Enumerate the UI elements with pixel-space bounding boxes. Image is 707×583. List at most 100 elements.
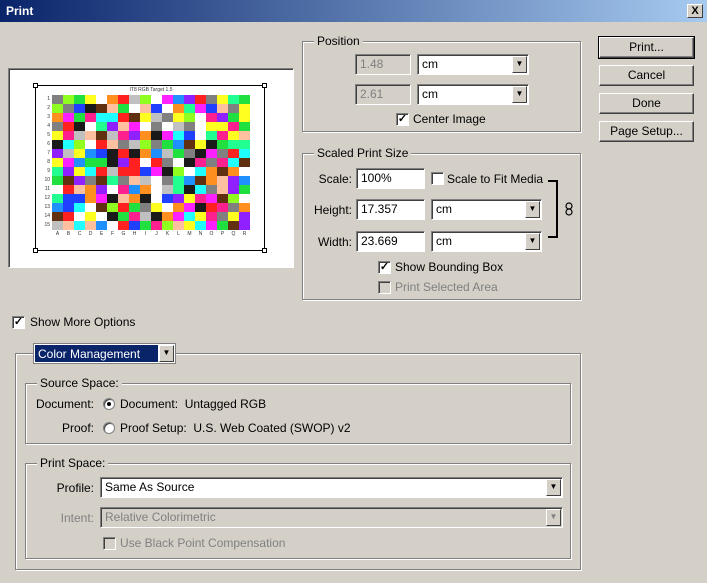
preview-color-patch	[195, 176, 206, 185]
document-option-label[interactable]: Document: Untagged RGB	[120, 397, 266, 411]
preview-color-patch	[85, 203, 96, 212]
center-image-label[interactable]: Center Image	[413, 112, 486, 126]
close-button[interactable]: X	[687, 4, 703, 18]
done-button[interactable]: Done	[599, 93, 694, 114]
preview-col-label: E	[99, 231, 104, 237]
height-unit-value: cm	[436, 202, 452, 216]
preview-color-patch	[107, 176, 118, 185]
document-radio[interactable]	[103, 398, 115, 410]
preview-color-patch	[118, 104, 129, 113]
proof-radio[interactable]	[103, 422, 115, 434]
height-unit-select[interactable]: cm ▼	[431, 199, 542, 220]
preview-color-patch	[107, 149, 118, 158]
preview-color-patch	[107, 113, 118, 122]
chevron-down-icon[interactable]: ▼	[512, 86, 527, 103]
chevron-down-icon[interactable]: ▼	[525, 201, 540, 218]
preview-color-patch	[140, 149, 151, 158]
preview-color-patch	[162, 140, 173, 149]
preview-color-patch	[140, 194, 151, 203]
preview-color-patch	[118, 122, 129, 131]
preview-color-patch	[118, 212, 129, 221]
preview-color-patch	[74, 176, 85, 185]
preview-col-label: P	[220, 231, 225, 237]
preview-color-patch	[184, 95, 195, 104]
preview-color-patch	[206, 149, 217, 158]
preview-color-patch	[107, 131, 118, 140]
preview-color-patch	[228, 212, 239, 221]
window-title: Print	[6, 4, 34, 18]
preview-color-patch	[206, 221, 217, 230]
chevron-down-icon[interactable]: ▼	[159, 345, 174, 362]
proof-option-label[interactable]: Proof Setup: U.S. Web Coated (SWOP) v2	[120, 421, 351, 435]
preview-color-patch	[74, 167, 85, 176]
preview-color-patch	[184, 203, 195, 212]
profile-select[interactable]: Same As Source ▼	[100, 477, 563, 498]
bbox-handle-bottom-left[interactable]	[33, 248, 38, 253]
print-button[interactable]: Print...	[598, 36, 695, 59]
preview-color-patch	[195, 194, 206, 203]
preview-color-patch	[63, 203, 74, 212]
preview-color-patch	[173, 104, 184, 113]
black-point-compensation-checkbox[interactable]	[103, 537, 116, 550]
preview-col-label: A	[55, 231, 60, 237]
preview-color-patch	[217, 113, 228, 122]
scale-to-fit-checkbox[interactable]	[431, 172, 444, 185]
preview-row-label: 3	[47, 114, 50, 120]
height-input[interactable]: 17.357	[356, 199, 425, 220]
left-input[interactable]: 2.61	[355, 84, 411, 105]
preview-color-patch	[96, 140, 107, 149]
black-point-compensation-label: Use Black Point Compensation	[120, 536, 286, 550]
top-input[interactable]: 1.48	[355, 54, 411, 75]
chevron-down-icon[interactable]: ▼	[525, 233, 540, 250]
page-setup-button[interactable]: Page Setup...	[599, 121, 694, 142]
show-bounding-box-checkbox[interactable]: ✓	[378, 261, 391, 274]
show-bounding-box-label[interactable]: Show Bounding Box	[395, 260, 503, 274]
top-unit-select[interactable]: cm ▼	[417, 54, 529, 75]
preview-color-patch	[228, 194, 239, 203]
preview-color-patch	[239, 149, 250, 158]
preview-color-patch	[63, 194, 74, 203]
print-space-legend: Print Space:	[37, 456, 109, 470]
chevron-down-icon[interactable]: ▼	[512, 56, 527, 73]
preview-color-patch	[52, 104, 63, 113]
scale-input[interactable]: 100%	[356, 168, 425, 189]
scale-to-fit-label[interactable]: Scale to Fit Media	[447, 172, 543, 186]
print-selected-area-checkbox[interactable]	[378, 281, 391, 294]
preview-color-patch	[85, 122, 96, 131]
preview-color-patch	[184, 194, 195, 203]
preview-color-patch	[96, 194, 107, 203]
preview-color-patch	[162, 167, 173, 176]
preview-color-patch	[107, 140, 118, 149]
chevron-down-icon[interactable]: ▼	[546, 479, 561, 496]
preview-color-patch	[228, 167, 239, 176]
preview-color-patch	[239, 221, 250, 230]
cancel-button[interactable]: Cancel	[599, 65, 694, 86]
intent-select[interactable]: Relative Colorimetric ▼	[100, 507, 563, 528]
preview-row-label: 11	[44, 186, 50, 192]
width-unit-select[interactable]: cm ▼	[431, 231, 542, 252]
preview-row-label: 14	[44, 213, 50, 219]
preview-color-patch	[96, 185, 107, 194]
preview-color-patch	[195, 185, 206, 194]
show-more-options-checkbox[interactable]: ✓	[12, 316, 25, 329]
preview-color-patch	[74, 185, 85, 194]
preview-color-patch	[63, 185, 74, 194]
show-more-options-label[interactable]: Show More Options	[30, 315, 135, 329]
bbox-handle-bottom-right[interactable]	[262, 248, 267, 253]
preview-color-patch	[162, 113, 173, 122]
preview-color-patch	[162, 194, 173, 203]
preview-color-patch	[52, 194, 63, 203]
preview-row-label: 12	[44, 195, 50, 201]
preview-color-patch	[206, 185, 217, 194]
bbox-handle-top-right[interactable]	[262, 83, 267, 88]
options-type-select[interactable]: Color Management ▼	[33, 343, 176, 364]
left-unit-select[interactable]: cm ▼	[417, 84, 529, 105]
center-image-checkbox[interactable]: ✓	[396, 113, 409, 126]
preview-color-patch	[52, 203, 63, 212]
bbox-handle-top-left[interactable]	[33, 83, 38, 88]
preview-color-patch	[228, 122, 239, 131]
chain-link-icon[interactable]	[564, 202, 574, 216]
chevron-down-icon[interactable]: ▼	[546, 509, 561, 526]
width-input[interactable]: 23.669	[356, 231, 425, 252]
preview-color-patch	[151, 194, 162, 203]
